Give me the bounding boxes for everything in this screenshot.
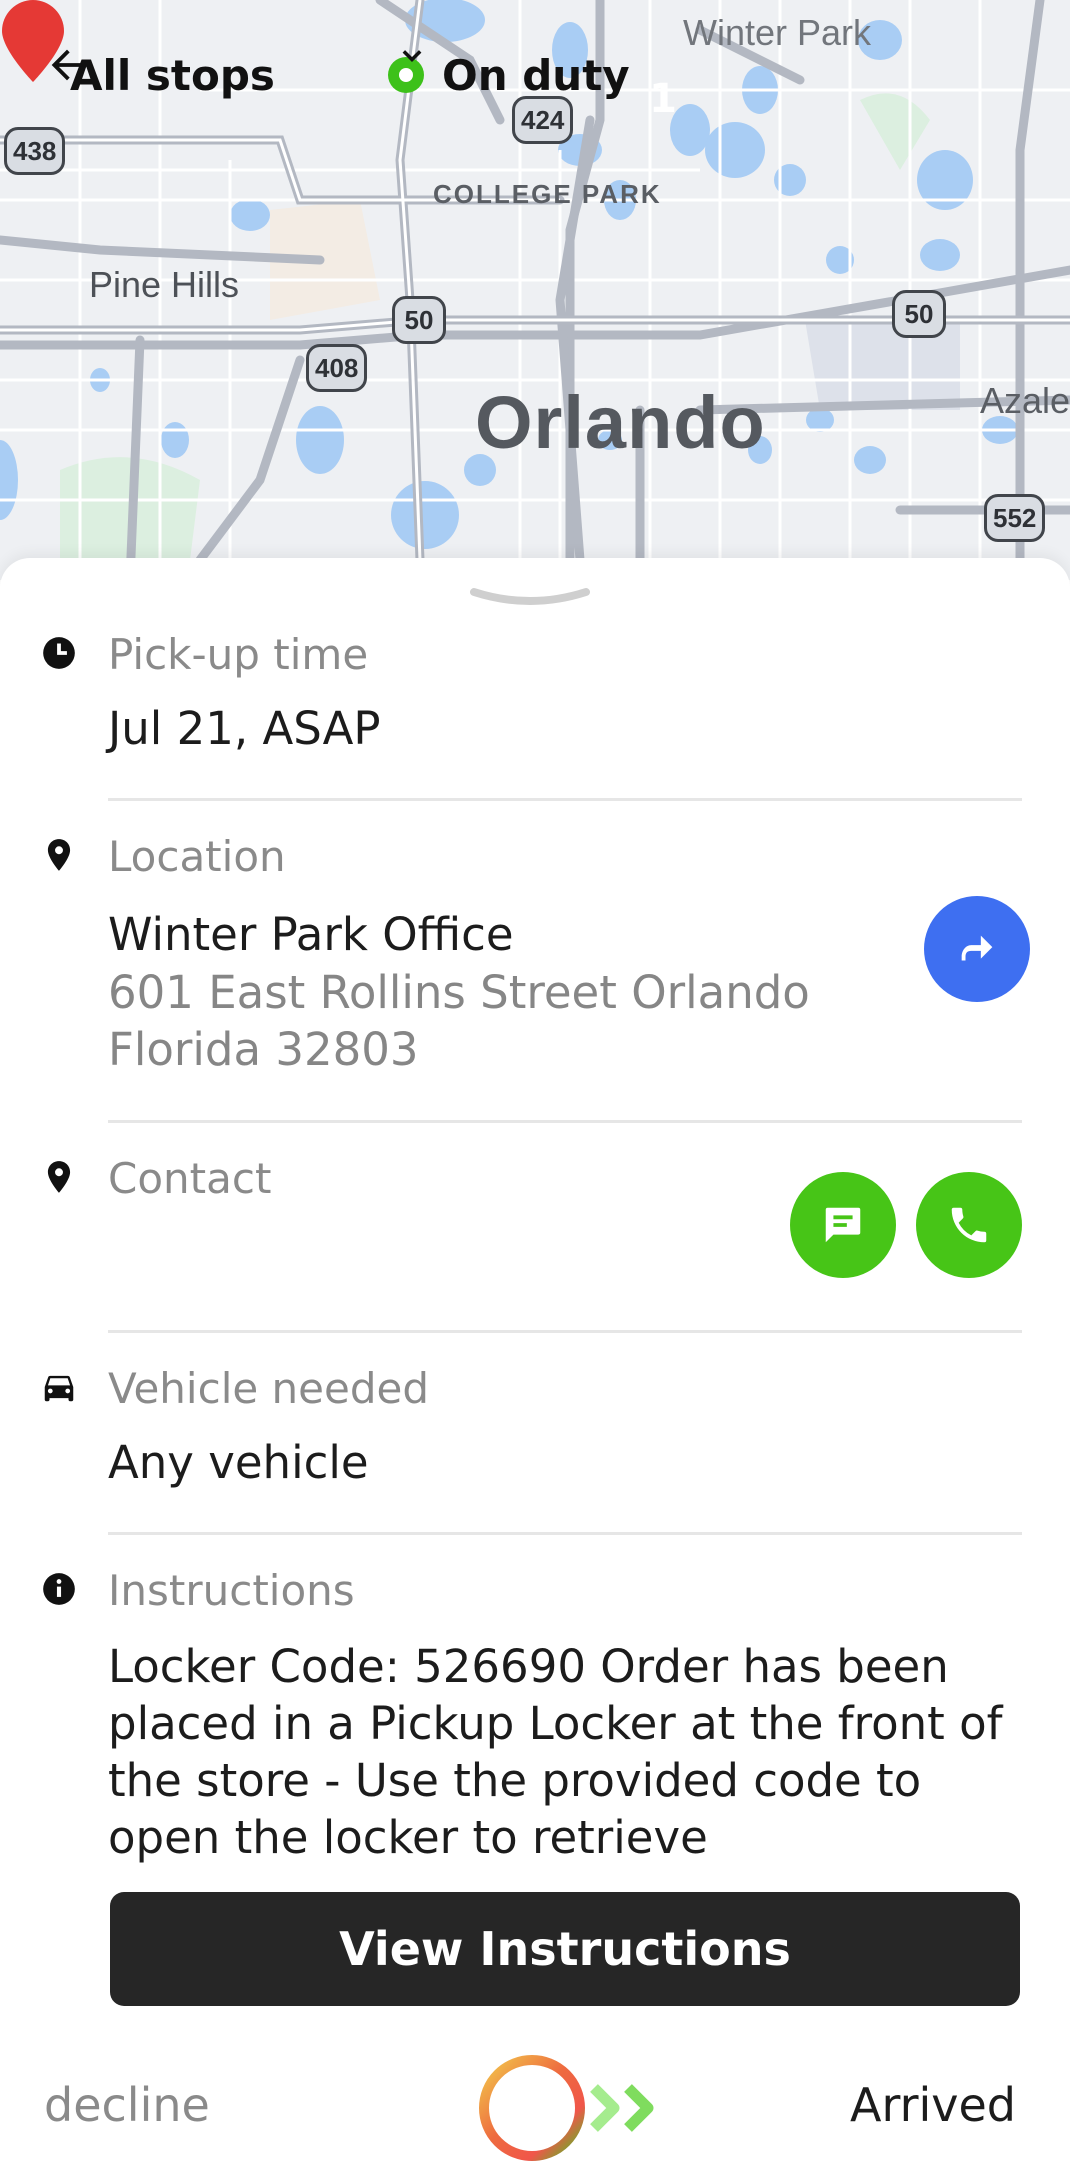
pickup-time-value: Jul 21, ASAP [108,702,381,755]
route-shield-50-east: 50 [892,290,946,338]
route-shield-552: 552 [984,494,1046,542]
stop-marker-number: 1 [649,76,677,122]
directions-arrow-icon [961,935,993,961]
map-view[interactable]: Pine Hills COLLEGE PARK Winter Park Azal… [0,0,1070,580]
vehicle-value: Any vehicle [108,1436,369,1489]
route-shield-438: 438 [4,127,66,175]
location-address: 601 East Rollins Street Orlando Florida … [108,966,810,1076]
location-name: Winter Park Office [108,908,514,961]
map-label-college-park: COLLEGE PARK [433,179,662,209]
map-label-azalea: Azale [980,380,1070,421]
contact-title: Contact [108,1154,272,1203]
map-header: All stops On duty [0,42,720,108]
route-shield-408: 408 [306,344,368,392]
swipe-chevrons-icon [590,2084,654,2132]
vehicle-title: Vehicle needed [108,1364,430,1413]
route-shield-50-west: 50 [392,296,446,344]
instructions-text: Locker Code: 526690 Order has been place… [108,1640,1003,1864]
arrived-button[interactable]: Arrived [850,2078,1016,2132]
decline-button[interactable]: decline [44,2078,210,2132]
sheet-drag-handle[interactable] [470,586,590,606]
location-pin-icon [47,1161,71,1193]
divider [108,1120,1022,1123]
map-label-orlando: Orlando [475,381,766,464]
instructions-title: Instructions [108,1566,355,1615]
duty-status-label: On duty [442,50,630,100]
info-icon [43,1573,75,1605]
message-contact-button[interactable] [790,1172,896,1278]
location-title: Location [108,832,286,881]
back-to-all-stops-button[interactable]: All stops [44,42,275,108]
map-label-pine-hills: Pine Hills [89,264,240,305]
stop-action-footer: decline Arrived [0,2052,1070,2164]
swipe-slider-handle[interactable] [476,2052,588,2164]
chat-message-icon [825,1207,861,1243]
divider [108,1330,1022,1333]
location-pin-icon [47,839,71,871]
view-instructions-button[interactable]: View Instructions [110,1892,1020,2006]
stop-marker-pin-icon[interactable] [0,0,66,84]
navigate-button[interactable] [924,896,1030,1002]
chevron-down-icon [402,50,422,62]
back-label: All stops [70,50,275,100]
pickup-time-title: Pick-up time [108,630,369,679]
duty-status-dropdown[interactable]: On duty [388,42,630,108]
car-icon [44,1375,74,1402]
clock-icon [43,637,75,669]
phone-icon [951,1207,987,1243]
call-contact-button[interactable] [916,1172,1022,1278]
divider [108,1532,1022,1535]
stop-details-sheet: Pick-up time Jul 21, ASAP Location Winte… [0,558,1070,2166]
divider [108,798,1022,801]
